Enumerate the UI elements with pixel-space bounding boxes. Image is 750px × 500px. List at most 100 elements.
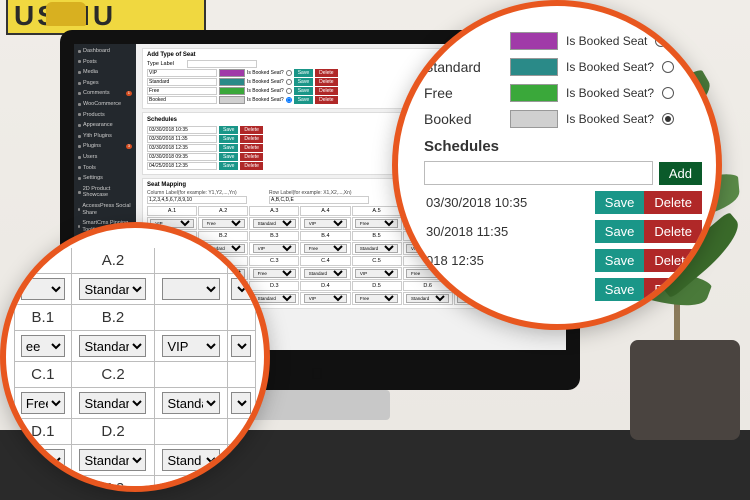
schedule-input[interactable]: [147, 135, 217, 143]
seat-select[interactable]: [21, 449, 65, 471]
seat-type-save-button[interactable]: Save: [294, 78, 313, 86]
sidebar-item[interactable]: Plugins3: [74, 141, 136, 152]
schedule-save-button[interactable]: Save: [219, 162, 238, 170]
is-booked-radio[interactable]: [286, 97, 292, 103]
seat-type-delete-button[interactable]: Delete: [315, 78, 337, 86]
sidebar-item[interactable]: Products: [74, 110, 136, 121]
seat-select[interactable]: Standa: [162, 392, 219, 414]
seat-select[interactable]: VIP: [304, 294, 347, 303]
seat-select[interactable]: VIP: [162, 335, 219, 357]
schedule-delete-button[interactable]: Delete: [644, 191, 702, 214]
schedule-input[interactable]: [147, 144, 217, 152]
is-booked-radio[interactable]: [662, 87, 674, 99]
row-label-input[interactable]: [269, 196, 369, 204]
seat-type-swatch[interactable]: [510, 58, 558, 76]
seat-select[interactable]: Standard: [79, 278, 146, 300]
schedule-delete-button[interactable]: Delete: [240, 153, 262, 161]
seat-type-input[interactable]: [147, 78, 217, 86]
sidebar-item[interactable]: Pages: [74, 78, 136, 89]
sidebar-item[interactable]: Dashboard: [74, 46, 136, 57]
schedule-delete-button[interactable]: Delete: [240, 126, 262, 134]
schedule-delete-button[interactable]: Delete: [644, 220, 702, 243]
seat-select[interactable]: [231, 335, 251, 357]
seat-type-input[interactable]: [147, 87, 217, 95]
seat-select[interactable]: ee: [21, 335, 65, 357]
seat-select[interactable]: [162, 278, 219, 300]
seat-type-swatch[interactable]: [219, 78, 245, 86]
schedule-input[interactable]: [147, 162, 217, 170]
sidebar-item[interactable]: WooCommerce: [74, 99, 136, 110]
schedule-save-button[interactable]: Save: [219, 153, 238, 161]
is-booked-radio[interactable]: [286, 88, 292, 94]
schedule-save-button[interactable]: Save: [595, 249, 645, 272]
sidebar-item[interactable]: Comments1: [74, 88, 136, 99]
type-label-input[interactable]: [187, 60, 257, 68]
sidebar-item[interactable]: Appearance: [74, 120, 136, 131]
grid-header: D.1: [15, 419, 72, 445]
sidebar-item[interactable]: Media: [74, 67, 136, 78]
seat-select[interactable]: Free: [202, 219, 245, 228]
schedule-delete-button[interactable]: Delete: [644, 249, 702, 272]
seat-type-swatch[interactable]: [219, 69, 245, 77]
schedule-delete-button[interactable]: Delete: [240, 162, 262, 170]
seat-type-swatch[interactable]: [510, 84, 558, 102]
seat-select[interactable]: [231, 392, 251, 414]
schedule-save-button[interactable]: Save: [595, 191, 645, 214]
seat-select[interactable]: [231, 278, 251, 300]
schedule-save-button[interactable]: Save: [219, 135, 238, 143]
seat-select[interactable]: Free: [355, 219, 398, 228]
seat-type-delete-button[interactable]: Delete: [315, 96, 337, 104]
grid-header: A.2: [71, 248, 155, 274]
seat-type-input[interactable]: [147, 96, 217, 104]
is-booked-radio[interactable]: [286, 70, 292, 76]
type-label-text: Type Label: [147, 61, 185, 67]
schedule-add-button[interactable]: Add: [659, 162, 702, 185]
seat-select[interactable]: VIP: [304, 219, 347, 228]
seat-select[interactable]: Standard: [304, 269, 347, 278]
sidebar-item[interactable]: AccessPress Social Share: [74, 201, 136, 218]
schedule-delete-button[interactable]: Delete: [240, 144, 262, 152]
sidebar-item[interactable]: Settings: [74, 173, 136, 184]
seat-select[interactable]: Free: [21, 392, 65, 414]
seat-select[interactable]: Free: [304, 244, 347, 253]
schedule-input[interactable]: [147, 126, 217, 134]
seat-select[interactable]: VIP: [355, 269, 398, 278]
is-booked-radio[interactable]: [655, 35, 667, 47]
is-booked-radio[interactable]: [662, 61, 674, 73]
col-label-input[interactable]: [147, 196, 247, 204]
schedule-delete-button[interactable]: Delete: [644, 278, 702, 301]
seat-type-save-button[interactable]: Save: [294, 69, 313, 77]
seat-type-save-button[interactable]: Save: [294, 87, 313, 95]
sidebar-item[interactable]: Posts: [74, 57, 136, 68]
seat-select[interactable]: Standard: [253, 219, 296, 228]
seat-select[interactable]: Stand: [162, 449, 219, 471]
sidebar-item[interactable]: Users: [74, 152, 136, 163]
is-booked-radio[interactable]: [286, 79, 292, 85]
seat-select[interactable]: Free: [355, 294, 398, 303]
sidebar-item[interactable]: Yith Plugins: [74, 131, 136, 142]
seat-type-save-button[interactable]: Save: [294, 96, 313, 104]
schedule-save-button[interactable]: Save: [219, 144, 238, 152]
schedule-delete-button[interactable]: Delete: [240, 135, 262, 143]
seat-type-input[interactable]: [147, 69, 217, 77]
seat-select[interactable]: Standard: [79, 449, 146, 471]
seat-select[interactable]: Standard: [355, 244, 398, 253]
schedule-new-input[interactable]: [424, 161, 653, 185]
seat-select[interactable]: [21, 278, 65, 300]
seat-type-delete-button[interactable]: Delete: [315, 87, 337, 95]
seat-type-swatch[interactable]: [510, 110, 558, 128]
sidebar-item[interactable]: 2D Product Showcase: [74, 184, 136, 201]
seat-type-swatch[interactable]: [219, 87, 245, 95]
schedule-save-button[interactable]: Save: [595, 278, 645, 301]
sidebar-item[interactable]: Tools: [74, 163, 136, 174]
seat-type-delete-button[interactable]: Delete: [315, 69, 337, 77]
seat-select[interactable]: [231, 449, 251, 471]
seat-select[interactable]: Standard: [79, 335, 146, 357]
is-booked-radio[interactable]: [662, 113, 674, 125]
seat-type-swatch[interactable]: [219, 96, 245, 104]
seat-select[interactable]: Standard: [79, 392, 146, 414]
schedule-save-button[interactable]: Save: [595, 220, 645, 243]
seat-type-swatch[interactable]: [510, 32, 558, 50]
schedule-save-button[interactable]: Save: [219, 126, 238, 134]
schedule-input[interactable]: [147, 153, 217, 161]
